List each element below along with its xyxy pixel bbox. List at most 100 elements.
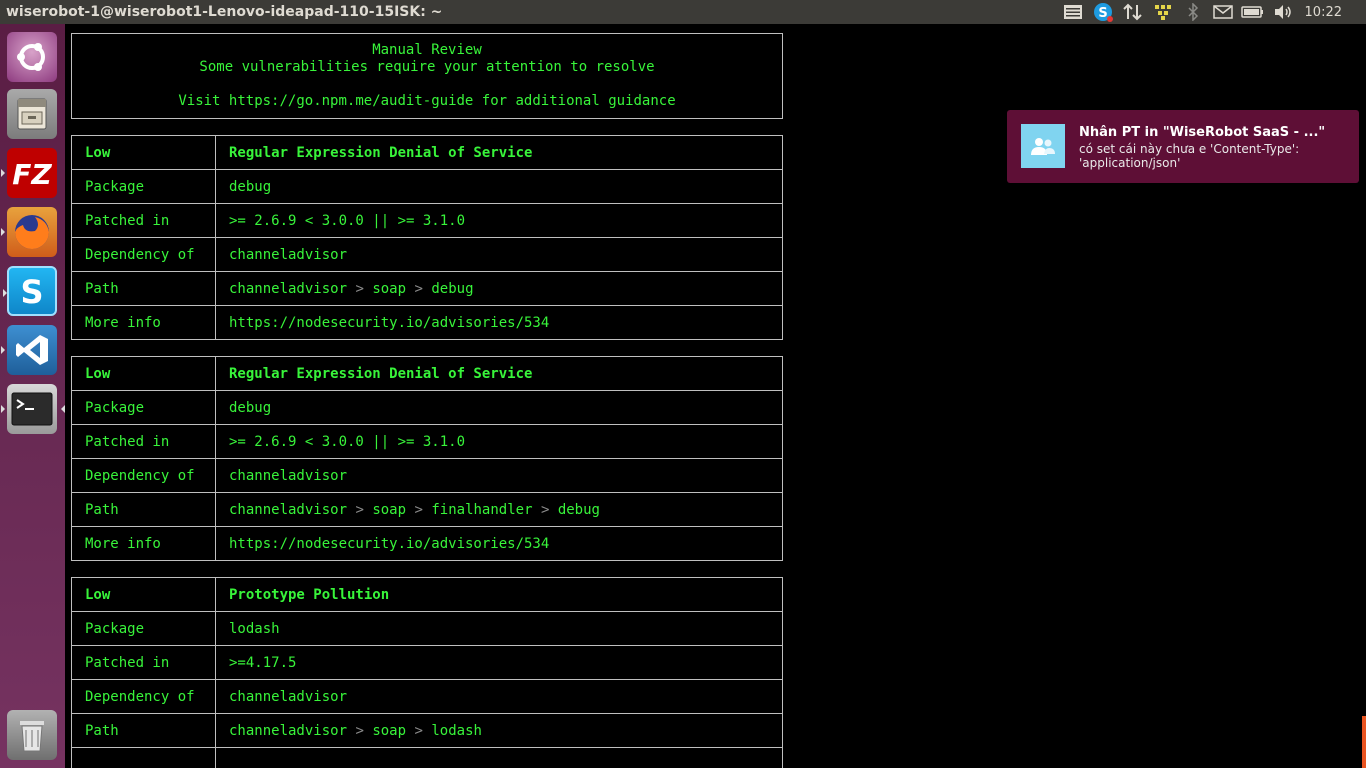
table-row: Patched in >= 2.6.9 < 3.0.0 || >= 3.1.0 (71, 424, 783, 459)
more-info-label: More info (71, 305, 216, 340)
path-segment: debug (431, 280, 474, 297)
audit-guide-line: Visit https://go.npm.me/audit-guide for … (178, 93, 676, 109)
dependency-label: Dependency of (71, 679, 216, 714)
patched-label: Patched in (71, 424, 216, 459)
path-segment: debug (557, 501, 600, 518)
trash-button[interactable] (7, 710, 57, 760)
ubuntu-logo-icon (17, 43, 45, 71)
notification-title: Nhân PT in "WiseRobot SaaS - ..." (1079, 125, 1326, 140)
advisory-title: Regular Expression Denial of Service (215, 356, 783, 391)
table-row: Dependency of channeladvisor (71, 237, 783, 272)
dependency-value: channeladvisor (215, 458, 783, 493)
manual-review-box: Manual Review Some vulnerabilities requi… (71, 33, 783, 119)
package-label: Package (71, 611, 216, 646)
scrollbar-indicator[interactable] (1362, 716, 1366, 768)
more-info-link[interactable]: https://nodesecurity.io/advisories/534 (215, 526, 783, 561)
table-row (71, 747, 783, 768)
package-label: Package (71, 390, 216, 425)
path-segment: soap (372, 280, 407, 297)
path-separator: > (355, 722, 364, 739)
top-panel: wiserobot-1@wiserobot1-Lenovo-ideapad-11… (0, 0, 1366, 24)
firefox-icon (15, 215, 49, 249)
bluetooth-icon[interactable] (1181, 0, 1205, 24)
path-separator: > (540, 501, 550, 518)
advisory-table: Low Regular Expression Denial of Service… (71, 135, 783, 340)
package-value: debug (215, 390, 783, 425)
path-segment: finalhandler (431, 501, 533, 518)
vscode-icon (16, 335, 48, 365)
advisory-table: Low Prototype Pollution Package lodash P… (71, 577, 783, 768)
manual-review-subtitle: Some vulnerabilities require your attent… (199, 59, 655, 75)
table-row: Low Regular Expression Denial of Service (71, 135, 783, 170)
skype-icon: S (20, 273, 43, 311)
notification-body: có set cái này chưa e 'Content-Type': 'a… (1079, 142, 1300, 170)
vscode-button[interactable] (1, 325, 57, 375)
advisory-table: Low Regular Expression Denial of Service… (71, 356, 783, 561)
launcher: FZ S (0, 24, 65, 768)
skype-tray-icon[interactable]: S (1091, 0, 1115, 24)
more-info-link[interactable]: https://nodesecurity.io/advisories/534 (215, 305, 783, 340)
table-row: Package lodash (71, 611, 783, 646)
package-value: debug (215, 169, 783, 204)
table-row: Path channeladvisor > soap > debug (71, 271, 783, 306)
table-row: Low Regular Expression Denial of Service (71, 356, 783, 391)
battery-icon[interactable] (1240, 0, 1265, 24)
table-row: Low Prototype Pollution (71, 577, 783, 612)
severity-cell: Low (71, 356, 216, 391)
path-label: Path (71, 271, 216, 306)
clock[interactable]: 10:22 (1305, 5, 1342, 20)
volume-icon[interactable] (1271, 0, 1295, 24)
chat-notification[interactable]: Nhân PT in "WiseRobot SaaS - ..." có set… (1007, 110, 1359, 183)
path-value: channeladvisor > soap > debug (215, 271, 783, 306)
mail-icon[interactable] (1211, 0, 1235, 24)
keyboard-layout-icon[interactable] (1061, 0, 1085, 24)
files-button[interactable] (7, 89, 57, 139)
path-label: Path (71, 492, 216, 527)
terminal-button[interactable] (1, 384, 65, 434)
table-row: Dependency of channeladvisor (71, 458, 783, 493)
path-separator: > (355, 501, 364, 518)
table-row: More info https://nodesecurity.io/adviso… (71, 305, 783, 340)
table-row: Patched in >=4.17.5 (71, 645, 783, 680)
path-segment: soap (372, 501, 407, 518)
path-value: channeladvisor > soap > finalhandler > d… (215, 492, 783, 527)
system-tray: S 10:22 (1055, 0, 1366, 24)
app-indicator-icon[interactable] (1151, 0, 1175, 24)
skype-button[interactable]: S (3, 266, 57, 316)
advisory-title: Prototype Pollution (215, 577, 783, 612)
svg-text:S: S (20, 273, 43, 311)
empty-cell (215, 747, 783, 768)
dependency-label: Dependency of (71, 458, 216, 493)
path-separator: > (414, 280, 423, 297)
firefox-button[interactable] (1, 207, 57, 257)
network-icon[interactable] (1121, 0, 1145, 24)
path-separator: > (414, 501, 423, 518)
advisory-title: Regular Expression Denial of Service (215, 135, 783, 170)
table-row: Package debug (71, 169, 783, 204)
svg-text:S: S (1098, 6, 1107, 21)
filezilla-button[interactable]: FZ (1, 148, 57, 198)
terminal-icon (11, 392, 53, 426)
window-title: wiserobot-1@wiserobot1-Lenovo-ideapad-11… (6, 4, 443, 20)
dependency-value: channeladvisor (215, 679, 783, 714)
package-label: Package (71, 169, 216, 204)
trash-icon (20, 721, 44, 752)
severity-cell: Low (71, 135, 216, 170)
table-row: Dependency of channeladvisor (71, 679, 783, 714)
ubuntu-dash-button[interactable] (7, 32, 57, 82)
path-segment: channeladvisor (229, 280, 348, 297)
path-value: channeladvisor > soap > lodash (215, 713, 783, 748)
path-label: Path (71, 713, 216, 748)
patched-value: >= 2.6.9 < 3.0.0 || >= 3.1.0 (215, 424, 783, 459)
manual-review-title: Manual Review (372, 42, 482, 58)
table-row: Package debug (71, 390, 783, 425)
severity-cell: Low (71, 577, 216, 612)
path-segment: channeladvisor (229, 722, 348, 739)
table-row: Patched in >= 2.6.9 < 3.0.0 || >= 3.1.0 (71, 203, 783, 238)
svg-text:FZ: FZ (12, 158, 52, 191)
path-separator: > (355, 280, 364, 297)
patched-value: >= 2.6.9 < 3.0.0 || >= 3.1.0 (215, 203, 783, 238)
filezilla-icon: FZ (12, 153, 52, 193)
table-row: Path channeladvisor > soap > finalhandle… (71, 492, 783, 527)
package-value: lodash (215, 611, 783, 646)
